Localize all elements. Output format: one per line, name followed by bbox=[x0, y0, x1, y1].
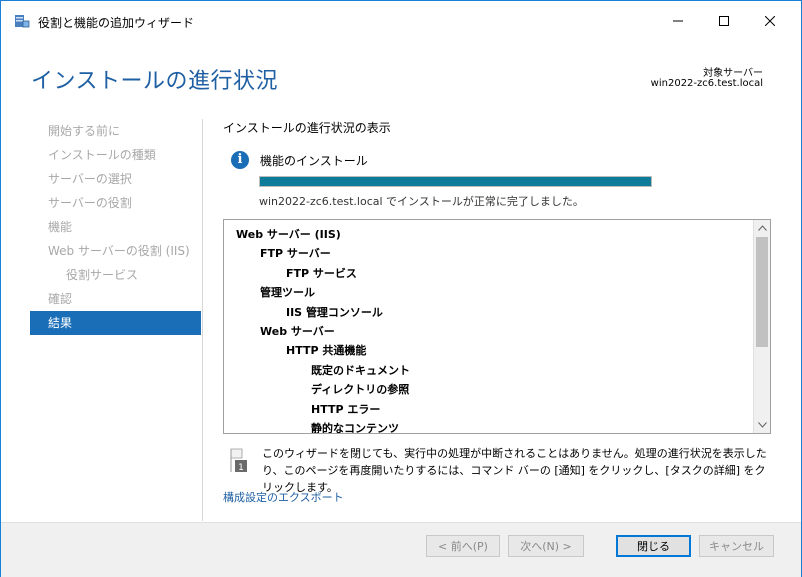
nav-item-before-you-begin: 開始する前に bbox=[48, 124, 121, 138]
nav-item-server-selection: サーバーの選択 bbox=[48, 172, 132, 186]
scrollbar-thumb[interactable] bbox=[756, 237, 768, 347]
installed-features-list[interactable]: Web サーバー (IIS) FTP サーバー FTP サービス管理ツール IIS 管… bbox=[223, 219, 771, 434]
server-manager-app-icon bbox=[14, 13, 30, 29]
nav-divider bbox=[202, 119, 203, 521]
minimize-button[interactable] bbox=[655, 1, 701, 41]
installation-status-text: win2022-zc6.test.local でインストールが正常に完了しました… bbox=[259, 195, 584, 208]
next-button[interactable]: 次へ(N) > bbox=[508, 535, 584, 557]
close-window-button[interactable] bbox=[747, 1, 793, 41]
nav-item-confirmation: 確認 bbox=[48, 292, 73, 306]
result-item: ディレクトリの参照 bbox=[311, 383, 410, 397]
result-item: FTP サービス bbox=[286, 266, 357, 280]
nav-item-role-services: 役割サービス bbox=[66, 268, 139, 282]
results-scrollbar[interactable] bbox=[753, 220, 770, 433]
result-item: IIS 管理コンソール bbox=[286, 305, 383, 319]
result-item: 管理ツール bbox=[260, 286, 315, 300]
nav-item-results[interactable]: 結果 bbox=[30, 311, 201, 335]
previous-button[interactable]: < 前へ(P) bbox=[426, 535, 500, 557]
result-item: Web サーバー bbox=[260, 325, 335, 338]
wizard-nav: 開始する前に インストールの種類 サーバーの選択 サーバーの役割 機能 Web … bbox=[30, 119, 201, 335]
section-title: インストールの進行状況の表示 bbox=[223, 121, 391, 135]
window-title: 役割と機能の追加ウィザード bbox=[38, 16, 195, 30]
progress-fill bbox=[260, 177, 651, 186]
result-item: HTTP エラー bbox=[311, 402, 381, 416]
target-server-name: win2022-zc6.test.local bbox=[650, 78, 763, 89]
maximize-button[interactable] bbox=[701, 1, 747, 41]
cancel-button[interactable]: キャンセル bbox=[699, 535, 774, 557]
result-item: 静的なコンテンツ bbox=[311, 422, 399, 434]
minimize-icon bbox=[673, 20, 683, 22]
maximize-icon bbox=[719, 16, 729, 26]
result-item: HTTP 共通機能 bbox=[286, 344, 367, 358]
result-item: FTP サーバー bbox=[260, 247, 331, 261]
result-item: Web サーバー (IIS) bbox=[236, 228, 341, 241]
result-item: 既定のドキュメント bbox=[311, 363, 410, 377]
scroll-up-arrow-icon[interactable] bbox=[754, 220, 770, 236]
target-server-label: 対象サーバー bbox=[703, 68, 763, 79]
wizard-header: インストールの進行状況 対象サーバー win2022-zc6.test.loca… bbox=[1, 41, 801, 111]
wizard-window: 役割と機能の追加ウィザード インストールの進行状況 対象サーバー win2022… bbox=[0, 0, 802, 577]
scroll-down-arrow-icon[interactable] bbox=[754, 417, 770, 433]
nav-item-server-roles: サーバーの役割 bbox=[48, 196, 132, 210]
close-button[interactable]: 閉じる bbox=[616, 535, 691, 557]
notification-flag-icon: 1 bbox=[230, 448, 248, 473]
wizard-footer: < 前へ(P) 次へ(N) > 閉じる キャンセル bbox=[1, 522, 801, 577]
svg-text:1: 1 bbox=[238, 463, 244, 473]
page-title: インストールの進行状況 bbox=[31, 69, 279, 94]
nav-item-features: 機能 bbox=[48, 220, 73, 234]
close-icon bbox=[765, 16, 775, 26]
title-bar[interactable]: 役割と機能の追加ウィザード bbox=[1, 1, 801, 41]
nav-item-installation-type: インストールの種類 bbox=[48, 148, 156, 162]
export-configuration-link[interactable]: 構成設定のエクスポート bbox=[223, 489, 344, 505]
feature-installation-title: 機能のインストール bbox=[260, 154, 368, 168]
nav-item-web-server-role: Web サーバーの役割 (IIS) bbox=[48, 244, 190, 258]
info-icon: i bbox=[231, 151, 249, 169]
installation-progress-bar bbox=[259, 176, 652, 187]
